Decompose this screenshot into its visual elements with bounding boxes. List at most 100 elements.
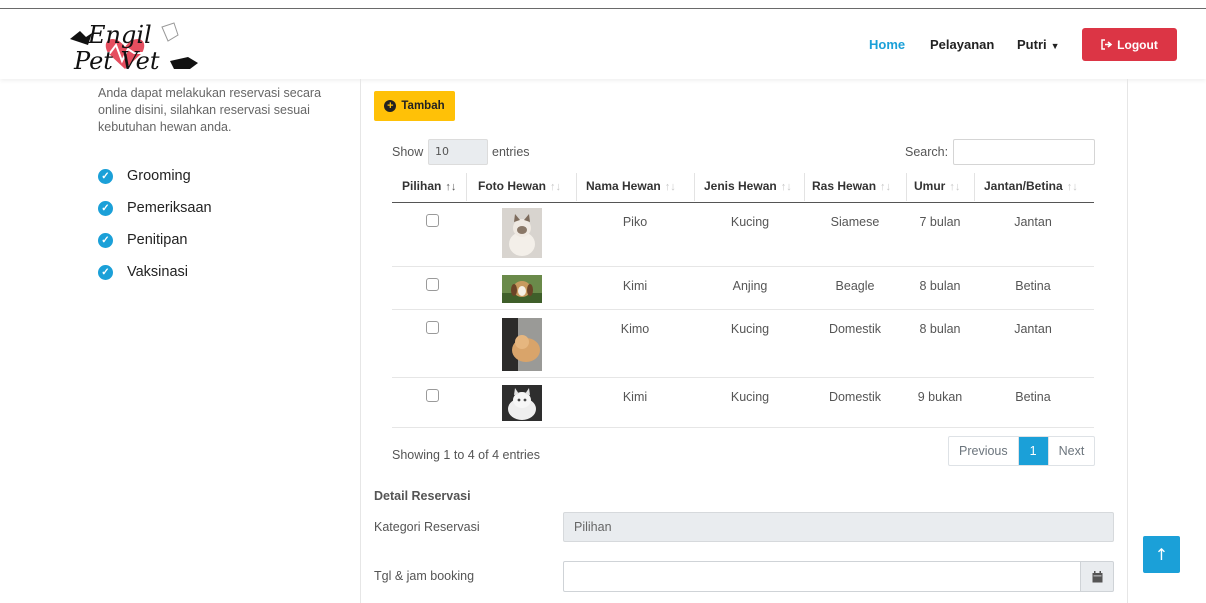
previous-page-button[interactable]: Previous — [949, 437, 1018, 465]
sort-icon: ↑↓ — [445, 181, 457, 193]
table-header: Pilihan ↑↓ Foto Hewan ↑↓ Nama Hewan ↑↓ Jeni… — [392, 170, 1094, 203]
service-label: Vaksinasi — [127, 264, 188, 280]
sort-icon: ↑↓ — [880, 181, 892, 193]
service-item-penitipan: ✓ Penitipan — [98, 224, 212, 256]
cell-jantan-betina: Jantan — [1014, 322, 1052, 336]
service-list: ✓ Grooming ✓ Pemeriksaan ✓ Penitipan ✓ Vaksi… — [98, 160, 212, 288]
cell-jantan-betina: Betina — [1015, 279, 1051, 293]
kategori-select[interactable]: Pilihan — [563, 512, 1114, 542]
scroll-to-top-button[interactable]: ↑ — [1143, 536, 1180, 573]
th-nama[interactable]: Nama Hewan ↑↓ — [586, 179, 676, 193]
table-info: Showing 1 to 4 of 4 entries — [392, 448, 541, 462]
check-circle-icon: ✓ — [98, 264, 113, 280]
service-label: Grooming — [127, 168, 191, 184]
engil-pet-vet-logo[interactable]: Engil Pet Vet — [70, 17, 202, 75]
plus-circle-icon: + — [384, 100, 397, 112]
row-checkbox[interactable] — [426, 321, 439, 334]
cell-nama: Kimo — [620, 322, 650, 336]
arrow-up-icon: ↑ — [1154, 545, 1169, 564]
add-pet-button[interactable]: + Tambah — [374, 91, 455, 121]
tgl-booking-input[interactable] — [563, 561, 1081, 592]
page-length-select[interactable]: 10 — [428, 139, 488, 165]
cell-nama: Piko — [622, 215, 648, 229]
sidebar-description: Anda dapat melakukan reservasi secara on… — [98, 86, 322, 134]
tgl-booking-label: Tgl & jam booking — [374, 569, 475, 583]
sign-out-icon — [1101, 39, 1113, 50]
cell-nama: Kimi — [622, 279, 648, 293]
cell-ras: Beagle — [835, 279, 875, 293]
calendar-icon — [1092, 570, 1102, 582]
sort-icon: ↑↓ — [949, 181, 961, 193]
logout-label: Logout — [1117, 37, 1158, 52]
calendar-button[interactable] — [1081, 561, 1114, 592]
next-page-button[interactable]: Next — [1047, 437, 1095, 465]
column-divider — [804, 173, 805, 201]
white-cat-photo — [502, 385, 542, 421]
th-pilihan[interactable]: Pilihan ↑↓ — [402, 179, 456, 193]
table-row: Kimi Anjing Beagle 8 bulan Betina — [392, 267, 1094, 310]
service-item-pemeriksaan: ✓ Pemeriksaan — [98, 192, 212, 224]
column-divider — [576, 173, 577, 201]
sort-icon: ↑↓ — [780, 181, 792, 193]
search-input[interactable] — [953, 139, 1095, 165]
search-label: Search: — [905, 145, 949, 159]
navbar: Engil Pet Vet Home Pelayanan Putri ▼ Logo… — [0, 9, 1206, 79]
th-foto[interactable]: Foto Hewan ↑↓ — [478, 179, 561, 193]
show-label: Show — [392, 145, 424, 159]
panel-divider-left — [360, 79, 361, 603]
th-jantan-betina[interactable]: Jantan/Betina ↑↓ — [984, 179, 1078, 193]
table-row: Kimo Kucing Domestik 8 bulan Jantan — [392, 310, 1094, 378]
sort-icon: ↑↓ — [550, 181, 561, 193]
pagination: Previous 1 Next — [948, 436, 1096, 466]
th-jenis[interactable]: Jenis Hewan ↑↓ — [704, 179, 792, 193]
cell-jenis: Anjing — [732, 279, 768, 293]
cell-umur: 8 bulan — [919, 279, 961, 293]
user-name: Putri — [1017, 37, 1047, 52]
kategori-label: Kategori Reservasi — [374, 520, 480, 534]
column-divider — [694, 173, 695, 201]
orange-cat-photo — [502, 318, 542, 371]
column-divider — [974, 173, 975, 201]
nav-pelayanan-link[interactable]: Pelayanan — [930, 37, 994, 52]
sort-icon: ↑↓ — [664, 181, 676, 193]
logout-button[interactable]: Logout — [1082, 28, 1177, 61]
nav-home-link[interactable]: Home — [869, 37, 905, 52]
check-circle-icon: ✓ — [98, 200, 113, 216]
th-umur[interactable]: Umur ↑↓ — [914, 179, 960, 193]
page-1-button[interactable]: 1 — [1017, 437, 1048, 465]
cell-ras: Domestik — [828, 322, 882, 336]
row-checkbox[interactable] — [426, 389, 439, 402]
entries-label: entries — [492, 145, 530, 159]
cell-umur: 7 bulan — [919, 215, 961, 229]
cell-umur: 8 bulan — [919, 322, 961, 336]
cell-ras: Siamese — [830, 215, 880, 229]
logo-line2: Pet Vet — [73, 47, 160, 75]
sort-icon: ↑↓ — [1066, 181, 1078, 193]
row-checkbox[interactable] — [426, 214, 439, 227]
service-item-grooming: ✓ Grooming — [98, 160, 212, 192]
siamese-cat-photo — [502, 208, 542, 258]
logo-line1: Engil — [87, 21, 152, 49]
cell-nama: Kimi — [622, 390, 648, 404]
beagle-dog-photo — [502, 275, 542, 303]
panel-divider-right — [1127, 79, 1128, 603]
user-dropdown[interactable]: Putri ▼ — [1017, 37, 1060, 52]
service-label: Penitipan — [127, 232, 188, 248]
row-checkbox[interactable] — [426, 278, 439, 291]
caret-down-icon: ▼ — [1050, 41, 1060, 51]
cell-jantan-betina: Jantan — [1014, 215, 1052, 229]
cell-jantan-betina: Betina — [1015, 390, 1051, 404]
check-circle-icon: ✓ — [98, 168, 113, 184]
service-label: Pemeriksaan — [127, 200, 212, 216]
cell-jenis: Kucing — [730, 390, 770, 404]
check-circle-icon: ✓ — [98, 232, 113, 248]
cell-umur: 9 bukan — [917, 390, 963, 404]
column-divider — [906, 173, 907, 201]
service-item-vaksinasi: ✓ Vaksinasi — [98, 256, 212, 288]
table-row: Piko Kucing Siamese 7 bulan Jantan — [392, 203, 1094, 267]
th-ras[interactable]: Ras Hewan ↑↓ — [812, 179, 891, 193]
add-label: Tambah — [401, 100, 445, 112]
cell-jenis: Kucing — [730, 322, 770, 336]
cell-jenis: Kucing — [730, 215, 770, 229]
column-divider — [466, 173, 467, 201]
